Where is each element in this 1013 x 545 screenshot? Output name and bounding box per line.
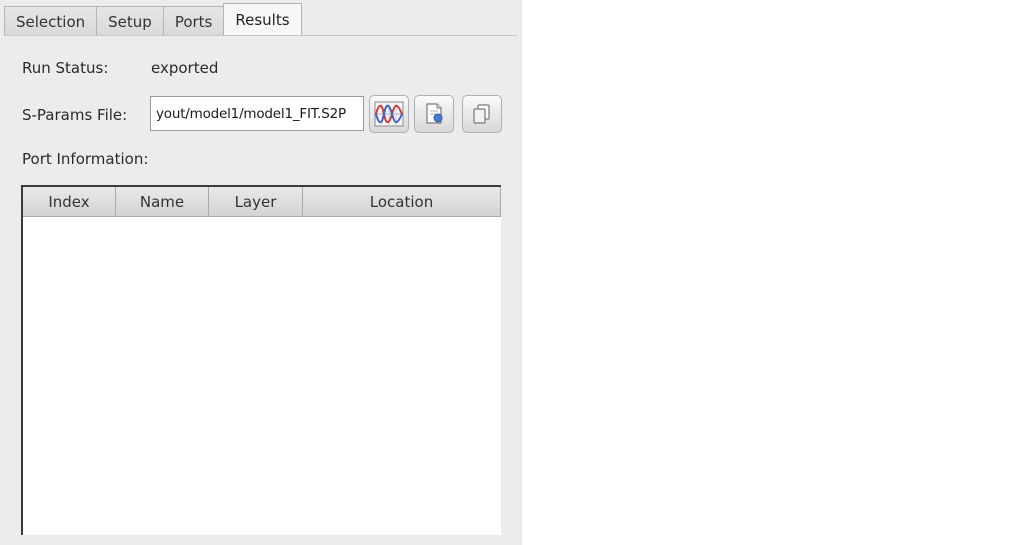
tab-bar: Selection Setup Ports Results [4,3,302,36]
copy-button[interactable] [462,95,502,133]
tab-ports[interactable]: Ports [162,6,224,36]
plot-sparams-button[interactable] [369,95,409,133]
port-information-label: Port Information: [22,150,149,168]
port-information-table[interactable]: Index Name Layer Location [21,185,501,535]
run-status-label: Run Status: [22,59,109,77]
tab-selection[interactable]: Selection [4,6,97,36]
plot-waveform-icon [374,101,404,127]
open-file-icon [426,103,443,124]
open-file-button[interactable] [414,95,454,133]
sparams-file-label: S-Params File: [22,106,128,124]
column-header-location[interactable]: Location [303,187,501,216]
run-status-value: exported [151,59,219,77]
tab-results[interactable]: Results [223,3,302,36]
column-header-name[interactable]: Name [116,187,209,216]
column-header-layer[interactable]: Layer [209,187,303,216]
table-header: Index Name Layer Location [23,187,501,217]
column-header-index[interactable]: Index [23,187,116,216]
tab-content-border [4,35,517,36]
sparams-file-input[interactable] [150,96,364,131]
results-panel: Selection Setup Ports Results Run Status… [0,0,522,545]
tab-setup[interactable]: Setup [96,6,163,36]
copy-icon [473,104,490,124]
